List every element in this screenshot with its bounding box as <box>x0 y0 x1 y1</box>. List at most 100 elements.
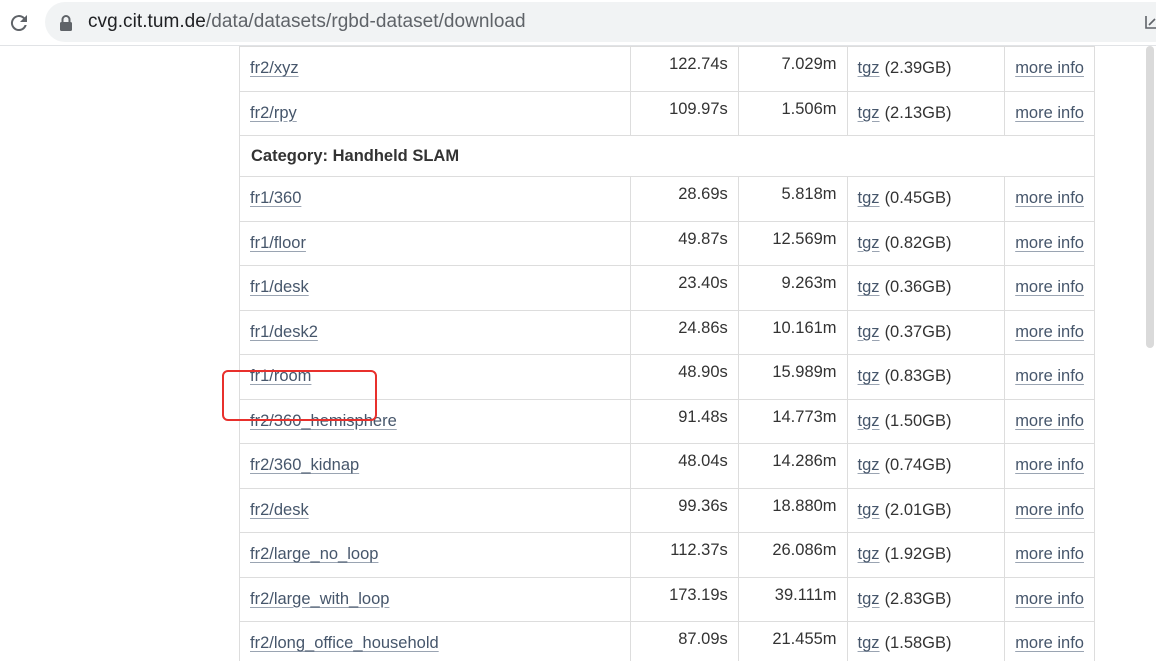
download-cell: tgz (2.01GB) <box>846 488 1005 532</box>
download-cell: tgz (0.82GB) <box>846 221 1005 265</box>
sequence-name-link[interactable]: fr1/desk <box>250 278 309 297</box>
sequence-name-link[interactable]: fr2/large_no_loop <box>250 545 378 564</box>
download-cell: tgz (1.50GB) <box>846 399 1005 443</box>
download-cell: tgz (0.74GB) <box>846 444 1005 488</box>
tgz-download-link[interactable]: tgz <box>858 189 880 208</box>
sequence-name-link[interactable]: fr1/desk2 <box>250 323 318 342</box>
more-info-link[interactable]: more info <box>1015 590 1084 609</box>
length-cell: 26.086m <box>737 533 847 577</box>
url-text[interactable]: cvg.cit.tum.de/data/datasets/rgbd-datase… <box>88 11 526 33</box>
duration-cell: 87.09s <box>630 622 738 661</box>
info-cell: more info <box>1004 577 1094 621</box>
length-cell: 7.029m <box>737 47 847 91</box>
sequence-name-link[interactable]: fr2/xyz <box>250 59 299 78</box>
tgz-download-link[interactable]: tgz <box>858 104 880 123</box>
more-info-link[interactable]: more info <box>1015 323 1084 342</box>
sequence-name-cell: fr1/floor <box>240 222 630 266</box>
length-value: 26.086m <box>772 541 837 560</box>
file-size: (2.13GB) <box>884 103 952 122</box>
tgz-download-link[interactable]: tgz <box>858 367 880 386</box>
sequence-name-cell: fr1/room <box>240 355 630 399</box>
length-value: 1.506m <box>781 99 837 118</box>
sequence-name-link[interactable]: fr1/360 <box>250 189 301 208</box>
sequence-name-link[interactable]: fr1/floor <box>250 234 306 253</box>
duration-value: 24.86s <box>678 318 728 337</box>
tgz-download-link[interactable]: tgz <box>858 278 880 297</box>
length-cell: 14.286m <box>737 444 847 488</box>
file-size: (1.92GB) <box>884 545 952 564</box>
info-cell: more info <box>1004 488 1094 532</box>
more-info-link[interactable]: more info <box>1015 278 1084 297</box>
page-scrollbar[interactable] <box>1144 46 1156 661</box>
duration-cell: 23.40s <box>630 266 738 310</box>
more-info-link[interactable]: more info <box>1015 634 1084 653</box>
duration-value: 109.97s <box>669 99 728 118</box>
share-icon[interactable] <box>1144 13 1156 31</box>
more-info-link[interactable]: more info <box>1015 59 1084 78</box>
length-value: 10.161m <box>772 318 837 337</box>
length-value: 21.455m <box>772 630 837 649</box>
download-cell: tgz (2.13GB) <box>846 91 1005 135</box>
length-value: 14.773m <box>772 407 837 426</box>
tgz-download-link[interactable]: tgz <box>858 456 880 475</box>
duration-cell: 49.87s <box>630 221 738 265</box>
download-cell: tgz (0.37GB) <box>846 310 1005 354</box>
tgz-download-link[interactable]: tgz <box>858 412 880 431</box>
length-cell: 14.773m <box>737 399 847 443</box>
sequence-name-cell: fr2/rpy <box>240 92 630 136</box>
sequence-name-link[interactable]: fr2/large_with_loop <box>250 590 389 609</box>
length-cell: 18.880m <box>737 488 847 532</box>
tgz-download-link[interactable]: tgz <box>858 545 880 564</box>
length-value: 39.111m <box>774 585 837 604</box>
table-row: fr2/large_with_loop 173.19s 39.111m tgz (2.8… <box>240 576 1094 621</box>
table-row: fr2/desk 99.36s 18.880m tgz (2.01GB) more inf… <box>240 487 1094 533</box>
sequence-name-link[interactable]: fr2/rpy <box>250 104 297 123</box>
info-cell: more info <box>1004 266 1094 310</box>
file-size: (0.82GB) <box>884 233 952 252</box>
file-size: (0.45GB) <box>884 189 952 208</box>
file-size: (2.83GB) <box>884 589 952 608</box>
sequence-name-cell: fr2/xyz <box>240 47 630 91</box>
info-cell: more info <box>1004 47 1094 91</box>
sequence-name-link[interactable]: fr2/360_kidnap <box>250 456 359 475</box>
sequence-name-link[interactable]: fr1/room <box>250 367 311 386</box>
tgz-download-link[interactable]: tgz <box>858 323 880 342</box>
reload-icon[interactable] <box>7 11 31 35</box>
more-info-link[interactable]: more info <box>1015 367 1084 386</box>
more-info-link[interactable]: more info <box>1015 412 1084 431</box>
more-info-link[interactable]: more info <box>1015 234 1084 253</box>
more-info-link[interactable]: more info <box>1015 456 1084 475</box>
info-cell: more info <box>1004 221 1094 265</box>
sequence-name-cell: fr2/desk <box>240 489 630 533</box>
duration-cell: 112.37s <box>630 533 738 577</box>
file-size: (2.39GB) <box>884 59 952 78</box>
more-info-link[interactable]: more info <box>1015 545 1084 564</box>
more-info-link[interactable]: more info <box>1015 104 1084 123</box>
scrollbar-thumb[interactable] <box>1146 46 1154 348</box>
more-info-link[interactable]: more info <box>1015 189 1084 208</box>
download-cell: tgz (0.45GB) <box>846 177 1005 221</box>
table-row: fr1/floor 49.87s 12.569m tgz (0.82GB) more in… <box>240 220 1094 266</box>
download-cell: tgz (2.39GB) <box>846 47 1005 91</box>
tgz-download-link[interactable]: tgz <box>858 59 880 78</box>
info-cell: more info <box>1004 355 1094 399</box>
tgz-download-link[interactable]: tgz <box>858 590 880 609</box>
duration-value: 91.48s <box>678 407 728 426</box>
browser-toolbar: cvg.cit.tum.de/data/datasets/rgbd-datase… <box>0 0 1156 46</box>
table-row: fr2/long_office_household 87.09s 21.455m tg… <box>240 621 1094 661</box>
table-row: fr2/360_kidnap 48.04s 14.286m tgz (0.74GB) mo… <box>240 443 1094 488</box>
sequence-name-cell: fr1/desk <box>240 266 630 310</box>
duration-value: 112.37s <box>670 541 728 560</box>
sequence-name-link[interactable]: fr2/360_hemisphere <box>250 412 397 431</box>
lock-icon[interactable] <box>58 14 74 32</box>
more-info-link[interactable]: more info <box>1015 501 1084 520</box>
tgz-download-link[interactable]: tgz <box>858 634 880 653</box>
length-value: 7.029m <box>781 55 837 74</box>
sequence-name-link[interactable]: fr2/long_office_household <box>250 634 439 653</box>
tgz-download-link[interactable]: tgz <box>858 234 880 253</box>
sequence-name-link[interactable]: fr2/desk <box>250 501 309 520</box>
tgz-download-link[interactable]: tgz <box>858 501 880 520</box>
length-cell: 9.263m <box>737 266 847 310</box>
duration-cell: 173.19s <box>630 577 738 621</box>
length-value: 12.569m <box>772 229 837 248</box>
